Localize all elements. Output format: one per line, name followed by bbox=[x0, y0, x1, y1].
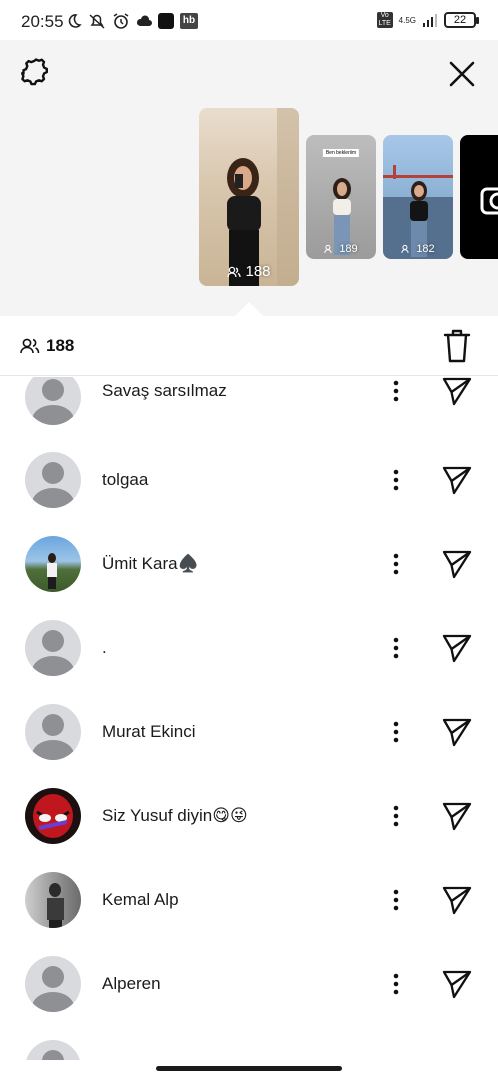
viewers-count: 188 bbox=[20, 336, 74, 356]
viewers-icon bbox=[324, 244, 332, 253]
viewers-icon bbox=[401, 244, 409, 253]
status-icons-right: Vo LTE 4.5G 22 bbox=[376, 12, 479, 28]
app-notification-icon bbox=[158, 13, 174, 29]
avatar[interactable] bbox=[25, 704, 81, 760]
status-bar: 20:55 hb Vo LTE 4.5G 22 bbox=[0, 0, 498, 40]
viewer-username[interactable]: Kemal Alp bbox=[102, 890, 179, 910]
more-options-icon[interactable] bbox=[384, 970, 408, 998]
viewer-row[interactable] bbox=[0, 1040, 498, 1060]
send-icon[interactable] bbox=[441, 548, 473, 580]
viewers-header: 188 bbox=[0, 316, 498, 376]
hb-app-icon: hb bbox=[180, 13, 198, 29]
gesture-navigation-handle[interactable] bbox=[156, 1066, 342, 1071]
selected-story-pointer bbox=[235, 302, 263, 316]
story-photo bbox=[383, 165, 453, 259]
viewer-row[interactable]: Murat Ekinci bbox=[0, 704, 498, 788]
story-viewer-count-value: 182 bbox=[416, 243, 435, 255]
viewer-username[interactable]: Alperen bbox=[102, 974, 161, 994]
viewer-row[interactable]: . bbox=[0, 620, 498, 704]
viewers-icon bbox=[227, 266, 242, 277]
status-icons-left: hb bbox=[66, 12, 198, 30]
avatar[interactable] bbox=[25, 536, 81, 592]
story-viewer-count: 188 bbox=[199, 263, 299, 280]
viewer-row[interactable]: tolgaa bbox=[0, 452, 498, 536]
avatar[interactable] bbox=[25, 1040, 81, 1060]
avatar[interactable] bbox=[25, 377, 81, 425]
mute-bell-icon bbox=[89, 14, 105, 29]
trash-icon[interactable] bbox=[441, 328, 473, 364]
volte-icon: Vo LTE bbox=[376, 12, 393, 28]
viewer-username[interactable]: . bbox=[102, 638, 107, 658]
viewer-row[interactable]: Ümit Kara♠️ bbox=[0, 536, 498, 620]
avatar[interactable] bbox=[25, 956, 81, 1012]
story-thumbnail-selected[interactable]: 188 bbox=[199, 108, 299, 286]
send-icon[interactable] bbox=[441, 884, 473, 916]
send-icon[interactable] bbox=[441, 800, 473, 832]
story-thumbnails-panel: 188 Ben bekleriim 189 182 bbox=[0, 40, 498, 316]
moon-icon bbox=[68, 14, 82, 28]
viewer-row[interactable]: Alperen bbox=[0, 956, 498, 1040]
viewer-row[interactable]: Savaş sarsılmaz bbox=[0, 377, 498, 453]
more-options-icon[interactable] bbox=[384, 634, 408, 662]
status-time: 20:55 bbox=[21, 12, 64, 31]
gear-icon[interactable] bbox=[18, 54, 54, 90]
send-icon[interactable] bbox=[441, 377, 473, 407]
story-viewer-count: 182 bbox=[383, 243, 453, 255]
send-icon[interactable] bbox=[441, 968, 473, 1000]
viewer-username[interactable]: Siz Yusuf diyin😋😜 bbox=[102, 806, 248, 826]
close-icon[interactable] bbox=[442, 54, 482, 94]
send-icon[interactable] bbox=[441, 716, 473, 748]
viewer-row[interactable]: Siz Yusuf diyin😋😜 bbox=[0, 788, 498, 872]
battery-indicator: 22 bbox=[444, 12, 479, 28]
story-viewer-count: 189 bbox=[306, 243, 376, 255]
viewers-icon bbox=[20, 338, 40, 354]
alarm-icon bbox=[113, 13, 129, 29]
story-photo bbox=[333, 178, 351, 255]
avatar[interactable] bbox=[25, 452, 81, 508]
more-options-icon[interactable] bbox=[384, 550, 408, 578]
viewers-list: Savaş sarsılmaz tolgaa Ümit Kara♠️ . Mur… bbox=[0, 377, 498, 1060]
more-options-icon[interactable] bbox=[384, 466, 408, 494]
avatar[interactable] bbox=[25, 872, 81, 928]
story-photo bbox=[227, 108, 299, 286]
story-thumbnail[interactable]: Ben bekleriim 189 bbox=[306, 135, 376, 259]
avatar[interactable] bbox=[25, 788, 81, 844]
viewer-username[interactable]: Ümit Kara♠️ bbox=[102, 554, 199, 574]
more-options-icon[interactable] bbox=[384, 802, 408, 830]
send-icon[interactable] bbox=[441, 632, 473, 664]
camera-icon bbox=[480, 187, 498, 215]
network-type: 4.5G bbox=[398, 15, 416, 25]
story-thumbnail-camera[interactable] bbox=[460, 135, 498, 259]
cloud-icon bbox=[136, 15, 152, 26]
story-thumbnail[interactable]: 182 bbox=[383, 135, 453, 259]
avatar[interactable] bbox=[25, 620, 81, 676]
viewer-username[interactable]: tolgaa bbox=[102, 470, 148, 490]
story-viewer-count-value: 188 bbox=[245, 263, 271, 280]
signal-icon bbox=[423, 14, 437, 27]
more-options-icon[interactable] bbox=[384, 718, 408, 746]
viewers-count-value: 188 bbox=[46, 336, 75, 355]
viewer-row[interactable]: Kemal Alp bbox=[0, 872, 498, 956]
send-icon[interactable] bbox=[441, 464, 473, 496]
viewer-username[interactable]: Savaş sarsılmaz bbox=[102, 381, 227, 401]
more-options-icon[interactable] bbox=[384, 377, 408, 405]
story-viewer-count-value: 189 bbox=[339, 243, 358, 255]
viewer-username[interactable]: Murat Ekinci bbox=[102, 722, 196, 742]
more-options-icon[interactable] bbox=[384, 886, 408, 914]
